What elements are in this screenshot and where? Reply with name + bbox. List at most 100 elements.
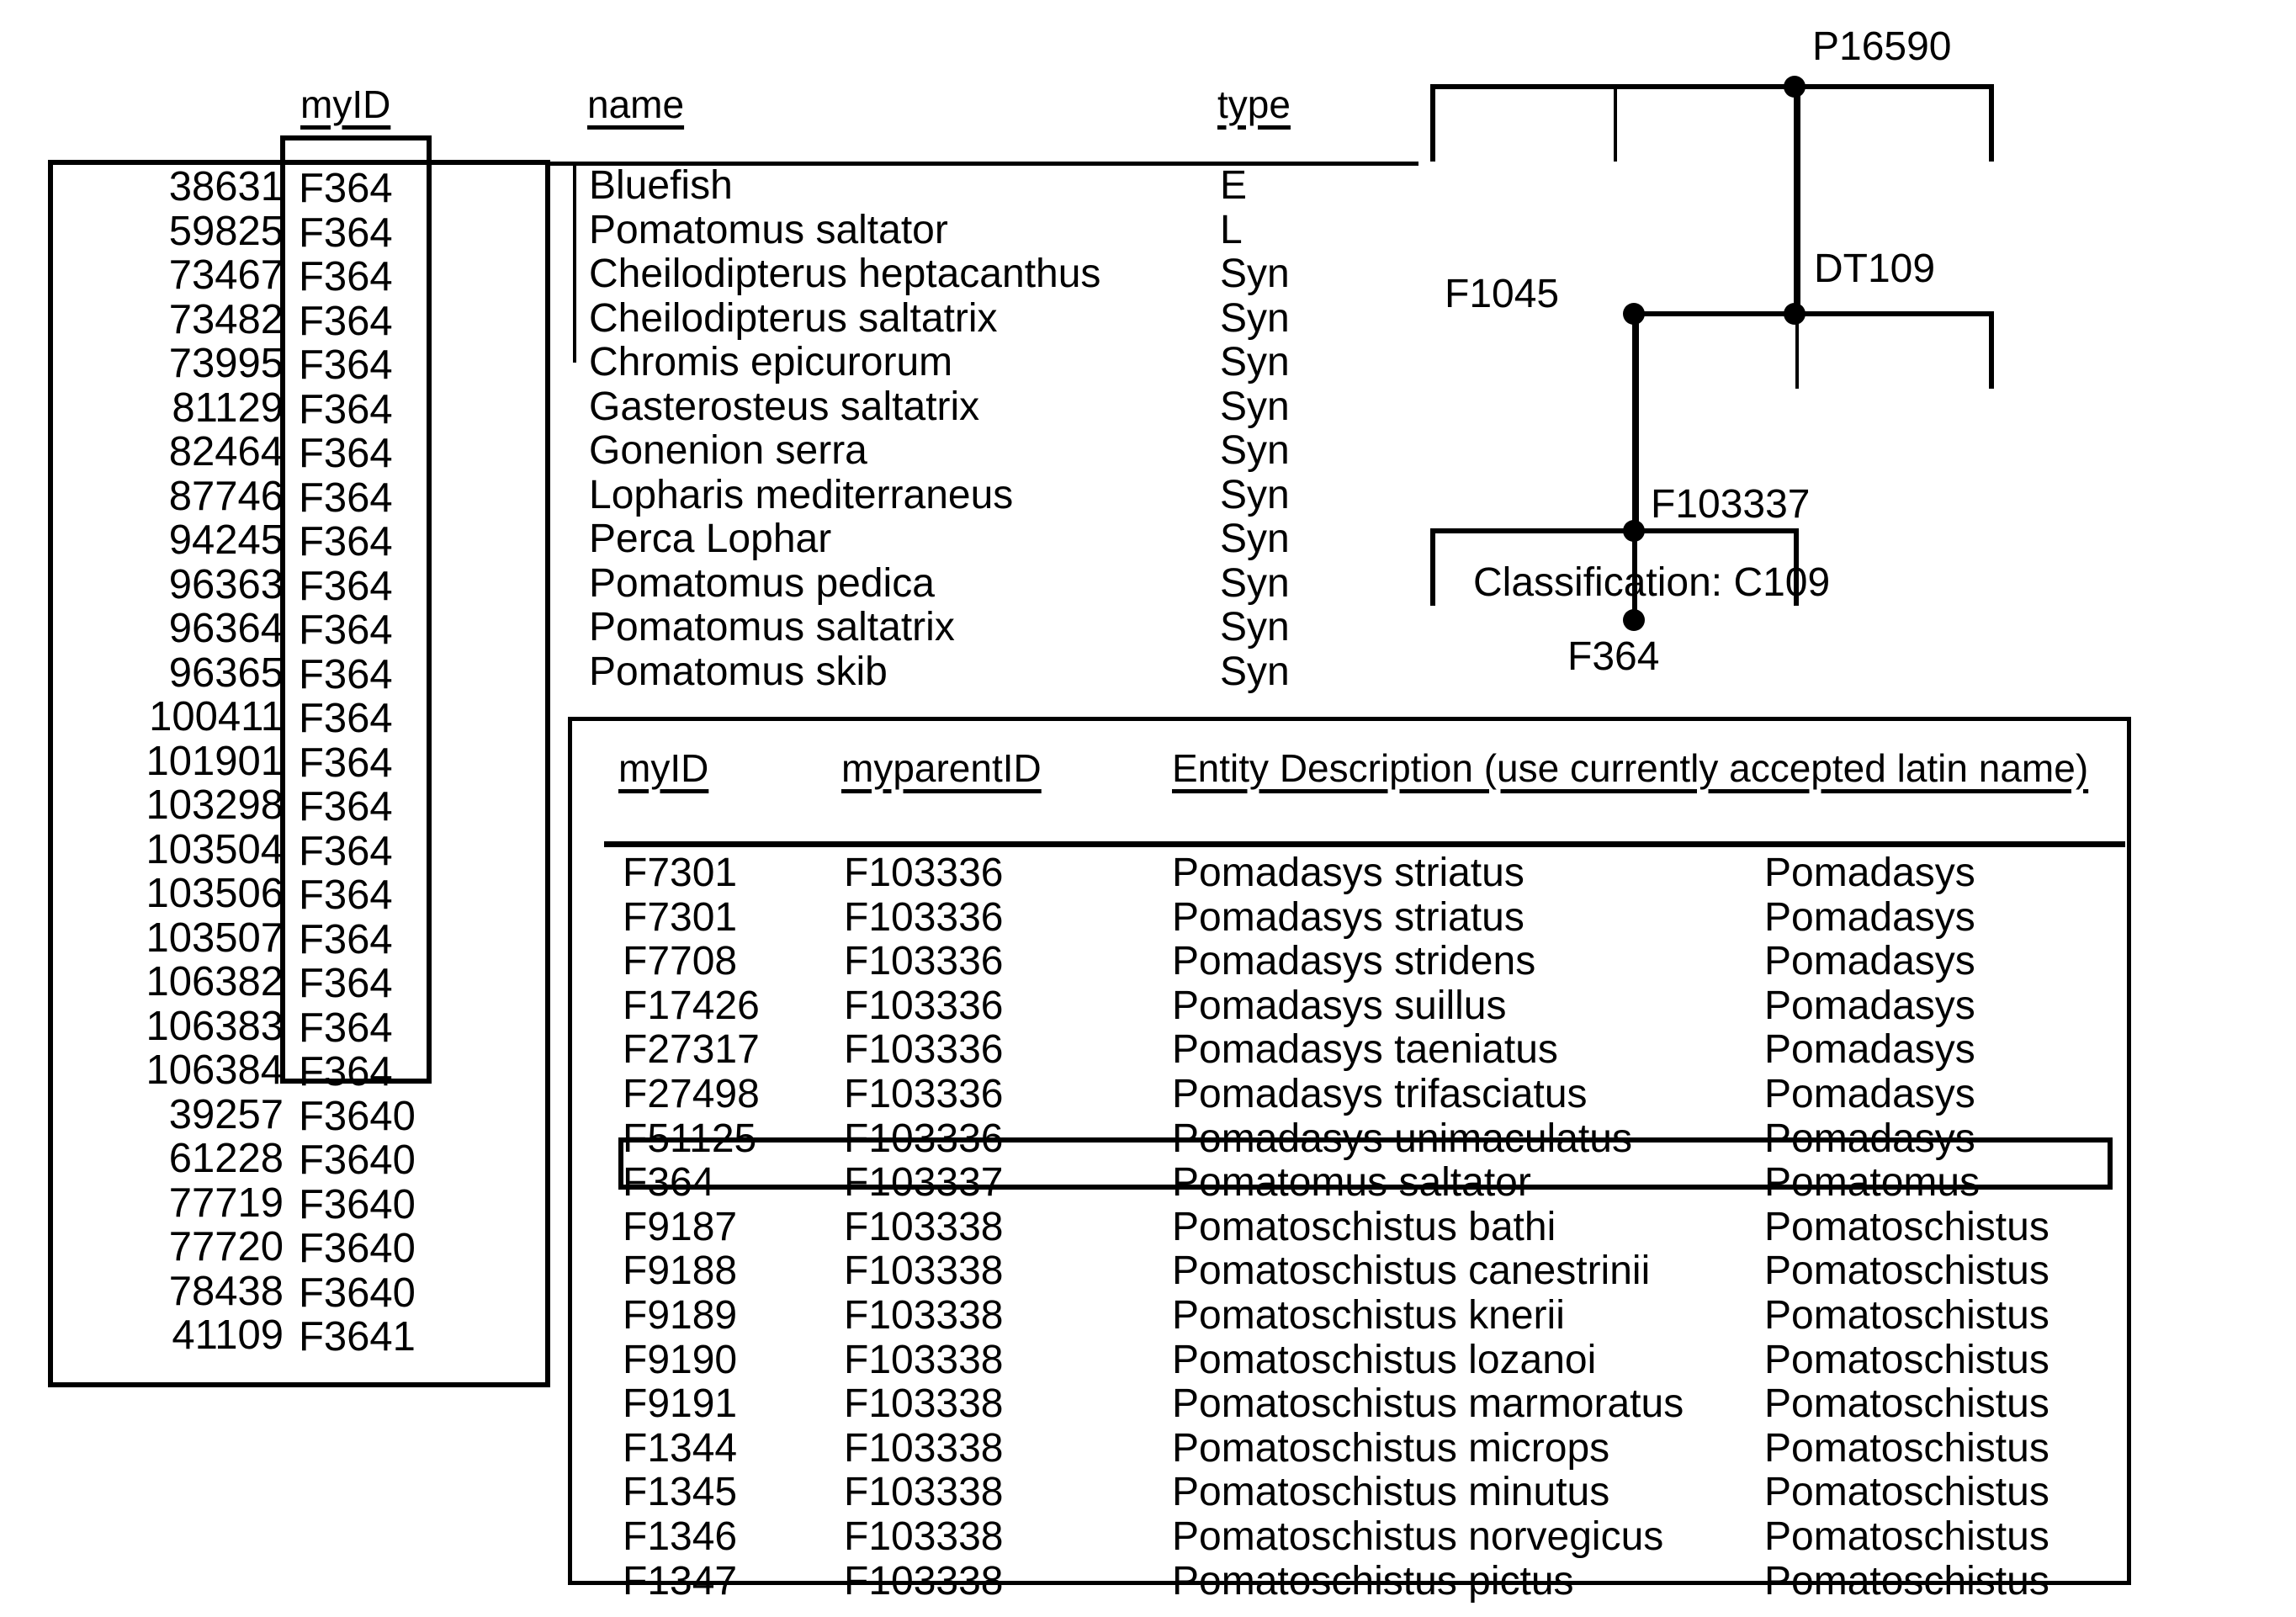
bottom-table-description-cell: Pomatoschistus marmoratus — [1172, 1381, 1684, 1427]
table-row[interactable]: F27317 F103336 Pomadasys taeniatus Pomadasy… — [0, 1028, 2296, 1073]
bottom-table-description-cell: Pomadasys suillus — [1172, 983, 1507, 1028]
bottom-table-genus-cell: Pomatoschistus — [1764, 1204, 2049, 1249]
top-table-header-type: type — [1217, 82, 1291, 126]
bottom-table-myid-cell: F7301 — [623, 894, 738, 940]
table-row[interactable]: F7301 F103336 Pomadasys striatus Pomadasys — [0, 851, 2296, 896]
bottom-table-myid-cell: F1347 — [623, 1558, 738, 1604]
bottom-table-header-myparentid: myparentID — [841, 746, 1042, 790]
top-table-name-cell: Bluefish — [589, 163, 733, 208]
bottom-table-genus-cell: Pomadasys — [1764, 894, 1975, 940]
tree-label-f1045: F1045 — [1445, 272, 1560, 316]
table-row[interactable]: F7301 F103336 Pomadasys striatus Pomadasys — [0, 894, 2296, 941]
bottom-table-myparentid-cell: F103336 — [844, 851, 1004, 895]
bottom-table-myparentid-cell: F103338 — [844, 1470, 1004, 1515]
bottom-table-myparentid-cell: F103338 — [844, 1292, 1004, 1338]
tree-edge-level2-right-stub — [1989, 311, 1994, 389]
bottom-table-myid-cell: F27498 — [623, 1071, 760, 1116]
table-row[interactable]: F17426 F103336 Pomadasys suillus Pomadasys — [0, 983, 2296, 1029]
table-row[interactable]: F9187 F103338 Pomatoschistus bathi Pomatosc… — [0, 1204, 2296, 1250]
bottom-table-myid-cell: F9188 — [623, 1249, 738, 1294]
tree-node-f103337 — [1623, 520, 1645, 542]
bottom-table-myparentid-cell: F103338 — [844, 1249, 1004, 1294]
tree-label-p16590: P16590 — [1812, 24, 1952, 69]
tree-node-f1045 — [1623, 303, 1645, 325]
left-number-cell: 96365 — [168, 649, 284, 696]
bottom-table-myparentid-cell: F103338 — [844, 1381, 1004, 1427]
table-row[interactable]: F27498 F103336 Pomadasys trifasciatus Pomad… — [0, 1071, 2296, 1117]
top-table-name-cell: Gasterosteus saltatrix — [589, 384, 980, 429]
top-table-type-cell: Syn — [1220, 560, 1290, 606]
top-table-name-cell: Pomatomus saltator — [589, 207, 948, 252]
top-table-type-cell: L — [1220, 207, 1243, 252]
bottom-table-genus-cell: Pomadasys — [1764, 851, 1975, 895]
bottom-table-genus-cell: Pomatoschistus — [1764, 1470, 2049, 1515]
bottom-table-description-cell: Pomatoschistus norvegicus — [1172, 1514, 1664, 1559]
bottom-table-genus-cell: Pomatoschistus — [1764, 1292, 2049, 1338]
top-table-name-cell: Gonenion serra — [589, 428, 867, 473]
bottom-table-myparentid-cell: F103336 — [844, 1071, 1004, 1116]
table-row[interactable]: F9191 F103338 Pomatoschistus marmoratus Pom… — [0, 1382, 2296, 1427]
tree-node-p16590 — [1784, 76, 1806, 98]
left-number-cell: 96363 — [168, 561, 284, 607]
tree-node-dt109 — [1784, 303, 1806, 325]
bottom-table-description-cell: Pomatoschistus pictus — [1172, 1558, 1574, 1604]
bottom-table-myid-cell: F9190 — [623, 1337, 738, 1382]
left-number-cell: 38631 — [168, 164, 284, 209]
tree-edge-root-left-stub — [1430, 84, 1435, 162]
bottom-table-description-cell: Pomadasys trifasciatus — [1172, 1071, 1588, 1116]
tree-label-f364: F364 — [1567, 634, 1660, 679]
bottom-table-myid-cell: F1344 — [623, 1425, 738, 1471]
bottom-table-myid-cell: F17426 — [623, 983, 760, 1028]
table-row[interactable]: F1346 F103338 Pomatoschistus norvegicus Pom… — [0, 1514, 2296, 1560]
bottom-table-description-cell: Pomadasys stridens — [1172, 939, 1536, 984]
left-number-cell: 81129 — [172, 384, 284, 431]
table-row[interactable]: F9188 F103338 Pomatoschistus canestrinii Po… — [0, 1249, 2296, 1294]
top-table-header-myid: myID — [300, 82, 391, 126]
top-table-name-cell: Chromis epicurorum — [589, 340, 953, 384]
bottom-table-genus-cell: Pomatoschistus — [1764, 1425, 2049, 1471]
table-row[interactable]: F9190 F103338 Pomatoschistus lozanoi Pomato… — [0, 1337, 2296, 1383]
bottom-table-genus-cell: Pomadasys — [1764, 1071, 1975, 1116]
table-row[interactable]: F1347 F103338 Pomatoschistus pictus Pomatos… — [0, 1558, 2296, 1604]
tree-edge-root-horizontal — [1430, 84, 1994, 89]
bottom-table-myid-cell: F9187 — [623, 1204, 738, 1249]
top-table-name-cell: Cheilodipterus saltatrix — [589, 295, 998, 341]
bottom-table-myid-cell: F1345 — [623, 1470, 738, 1515]
bottom-table-header-rule — [604, 841, 2125, 847]
bottom-table-myparentid-cell: F103338 — [844, 1337, 1004, 1382]
top-table-type-cell: Syn — [1220, 605, 1290, 649]
bottom-table-description-cell: Pomadasys taeniatus — [1172, 1027, 1558, 1073]
top-table-type-cell: Syn — [1220, 428, 1290, 473]
bottom-table-myid-cell: F7301 — [623, 851, 738, 895]
top-table-type-cell: Syn — [1220, 649, 1290, 694]
top-table-type-cell: E — [1220, 163, 1248, 208]
table-row[interactable]: F1344 F103338 Pomatoschistus microps Pomato… — [0, 1425, 2296, 1471]
bottom-table-description-cell: Pomadasys striatus — [1172, 851, 1524, 895]
tree-edge-f1045-f103337 — [1632, 311, 1639, 532]
left-number-cell: 82464 — [168, 429, 284, 474]
bottom-table-myparentid-cell: F103336 — [844, 894, 1004, 940]
tree-edge-root-right-stub — [1989, 84, 1994, 162]
left-number-cell: 103298 — [146, 782, 284, 828]
top-table-type-cell: Syn — [1220, 340, 1290, 384]
table-row[interactable]: F7708 F103336 Pomadasys stridens Pomadasys — [0, 940, 2296, 984]
tree-edge-root-mid-stub — [1614, 84, 1617, 162]
bottom-table-myparentid-cell: F103336 — [844, 939, 1004, 984]
top-table-name-cell: Lopharis mediterraneus — [589, 472, 1014, 517]
top-table-name-column: Bluefish Pomatomus saltator Cheilodipterus… — [589, 163, 1100, 694]
bottom-table-genus-cell: Pomatoschistus — [1764, 1249, 2049, 1294]
top-table-name-cell: Pomatomus pedica — [589, 560, 935, 606]
table-row[interactable]: F1345 F103338 Pomatoschistus minutus Pomato… — [0, 1471, 2296, 1515]
bottom-row-highlight-box — [618, 1137, 2113, 1190]
bottom-table-description-cell: Pomatoschistus microps — [1172, 1425, 1610, 1471]
left-number-cell: 59825 — [168, 208, 284, 254]
left-number-cell: 100411 — [149, 694, 284, 740]
bottom-table-genus-cell: Pomadasys — [1764, 939, 1975, 984]
bottom-table-genus-cell: Pomatoschistus — [1764, 1514, 2049, 1559]
bottom-table-myid-cell: F9191 — [623, 1381, 738, 1427]
bottom-table-myid-cell: F7708 — [623, 939, 738, 984]
table-row[interactable]: F9189 F103338 Pomatoschistus knerii Pomatos… — [0, 1292, 2296, 1339]
bottom-table-genus-cell: Pomadasys — [1764, 983, 1975, 1028]
bottom-table-rows: F7301 F103336 Pomadasys striatus Pomadasys F… — [0, 851, 2296, 1604]
bottom-table-myparentid-cell: F103338 — [844, 1204, 1004, 1249]
